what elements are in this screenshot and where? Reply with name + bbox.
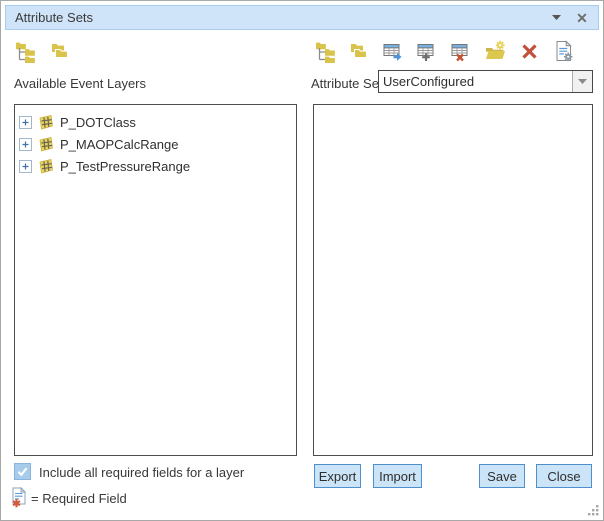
attribute-set-value: UserConfigured bbox=[379, 74, 572, 89]
dock-menu-arrow-icon[interactable] bbox=[548, 10, 564, 26]
close-button[interactable]: Close bbox=[536, 464, 592, 488]
include-required-fields-checkbox[interactable] bbox=[14, 463, 31, 480]
attribute-set-contents-list[interactable] bbox=[313, 104, 593, 456]
document-settings-icon[interactable] bbox=[553, 39, 575, 63]
event-layer-icon bbox=[37, 158, 54, 175]
delete-x-icon[interactable] bbox=[519, 39, 541, 63]
expand-plus-icon[interactable] bbox=[19, 160, 32, 173]
required-field-label: = Required Field bbox=[31, 491, 127, 506]
toolbar-right bbox=[313, 39, 575, 63]
tree-item-p-maopcalcrange[interactable]: P_MAOPCalcRange bbox=[15, 133, 296, 155]
import-button[interactable]: Import bbox=[373, 464, 422, 488]
tree-item-label: P_DOTClass bbox=[60, 115, 136, 130]
table-add-icon[interactable] bbox=[416, 39, 438, 63]
event-layer-icon bbox=[37, 136, 54, 153]
attribute-set-combobox[interactable]: UserConfigured bbox=[378, 70, 593, 93]
tree-item-label: P_TestPressureRange bbox=[60, 159, 190, 174]
tree-item-label: P_MAOPCalcRange bbox=[60, 137, 179, 152]
table-remove-icon[interactable] bbox=[450, 39, 472, 63]
available-event-layers-label: Available Event Layers bbox=[14, 76, 146, 91]
titlebar[interactable]: Attribute Sets ✕ bbox=[5, 5, 599, 30]
tree-item-p-dotclass[interactable]: P_DOTClass bbox=[15, 111, 296, 133]
combobox-dropdown-button[interactable] bbox=[572, 71, 592, 92]
close-icon[interactable]: ✕ bbox=[574, 10, 590, 26]
expand-plus-icon[interactable] bbox=[19, 138, 32, 151]
toolbar-left bbox=[13, 39, 70, 63]
folder-settings-icon[interactable] bbox=[484, 39, 506, 63]
dialog-title: Attribute Sets bbox=[6, 10, 93, 25]
checkmark-icon bbox=[16, 465, 29, 478]
available-event-layers-list[interactable]: P_DOTClass P_MAOPCalcRange bbox=[14, 104, 297, 456]
table-export-icon[interactable] bbox=[382, 39, 404, 63]
required-field-icon bbox=[10, 487, 29, 508]
copy-set-icon[interactable] bbox=[347, 39, 369, 63]
copy-set-icon[interactable] bbox=[48, 39, 70, 63]
attribute-set-label: Attribute Set: bbox=[311, 76, 386, 91]
tree-item-p-testpressurerange[interactable]: P_TestPressureRange bbox=[15, 155, 296, 177]
new-set-tree-icon[interactable] bbox=[313, 39, 335, 63]
resize-grip[interactable] bbox=[585, 502, 600, 517]
new-set-tree-icon[interactable] bbox=[13, 39, 35, 63]
expand-plus-icon[interactable] bbox=[19, 116, 32, 129]
export-button[interactable]: Export bbox=[314, 464, 361, 488]
include-required-fields-label: Include all required fields for a layer bbox=[39, 465, 244, 480]
event-layer-icon bbox=[37, 114, 54, 131]
save-button[interactable]: Save bbox=[479, 464, 525, 488]
attribute-sets-dialog: Attribute Sets ✕ bbox=[0, 0, 604, 521]
chevron-down-icon bbox=[578, 79, 587, 84]
